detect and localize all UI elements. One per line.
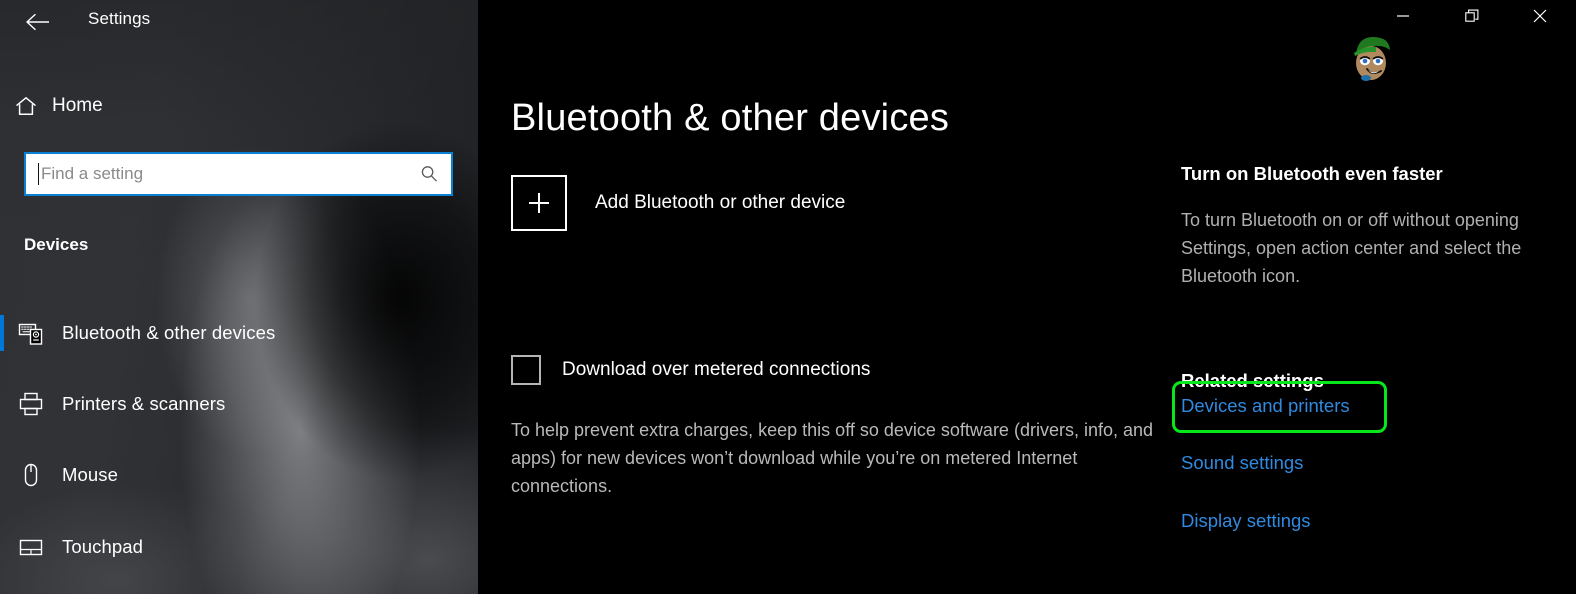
printer-icon: [0, 391, 62, 417]
sidebar-item-label: Mouse: [62, 464, 119, 485]
bluetooth-devices-icon: [0, 319, 62, 347]
search-box[interactable]: [24, 152, 453, 196]
metered-label: Download over metered connections: [562, 359, 871, 380]
download-over-metered-connections-checkbox-row[interactable]: Download over metered connections: [511, 355, 870, 385]
add-bluetooth-or-other-device-button[interactable]: Add Bluetooth or other device: [511, 175, 845, 231]
sidebar-item-printers-and-scanners[interactable]: Printers & scanners: [0, 380, 478, 428]
touchpad-icon: [0, 534, 62, 560]
sidebar-item-home[interactable]: Home: [0, 86, 478, 126]
minimize-icon[interactable]: [1380, 0, 1426, 32]
sidebar-section-heading: Devices: [24, 235, 89, 254]
link-sound-settings[interactable]: Sound settings: [1181, 452, 1303, 474]
sidebar-item-label: Printers & scanners: [62, 393, 226, 414]
settings-window: Bluetooth & other devices Add Bluetooth …: [0, 0, 1576, 594]
mouse-icon: [0, 462, 62, 488]
sidebar-item-label: Touchpad: [62, 536, 144, 557]
sidebar-item-bluetooth-and-other-devices[interactable]: Bluetooth & other devices: [0, 309, 478, 357]
main-content: Bluetooth & other devices Add Bluetooth …: [478, 0, 1576, 594]
sidebar-item-label: Bluetooth & other devices: [62, 322, 276, 343]
add-device-label: Add Bluetooth or other device: [595, 192, 846, 213]
restore-icon[interactable]: [1449, 0, 1495, 32]
home-label: Home: [52, 95, 103, 116]
search-input[interactable]: [39, 163, 407, 185]
back-arrow-icon[interactable]: [16, 2, 60, 42]
tip-title: Turn on Bluetooth even faster: [1181, 163, 1443, 185]
title-bar: Settings: [0, 0, 1576, 44]
link-devices-and-printers[interactable]: Devices and printers: [1181, 395, 1350, 417]
tip-body: To turn Bluetooth on or off without open…: [1181, 210, 1522, 286]
page-title: Bluetooth & other devices: [511, 97, 950, 140]
plus-icon: [511, 175, 567, 231]
close-icon[interactable]: [1517, 0, 1563, 32]
home-icon: [0, 94, 52, 118]
search-icon[interactable]: [407, 154, 451, 194]
sidebar-item-touchpad[interactable]: Touchpad: [0, 523, 478, 571]
sidebar-item-mouse[interactable]: Mouse: [0, 451, 478, 499]
related-settings-heading: Related settings: [1181, 370, 1324, 392]
window-title: Settings: [88, 9, 151, 28]
metered-description: To help prevent extra charges, keep this…: [511, 420, 1154, 496]
metered-checkbox[interactable]: [511, 355, 541, 385]
link-display-settings[interactable]: Display settings: [1181, 510, 1311, 532]
selection-indicator: [0, 315, 4, 351]
